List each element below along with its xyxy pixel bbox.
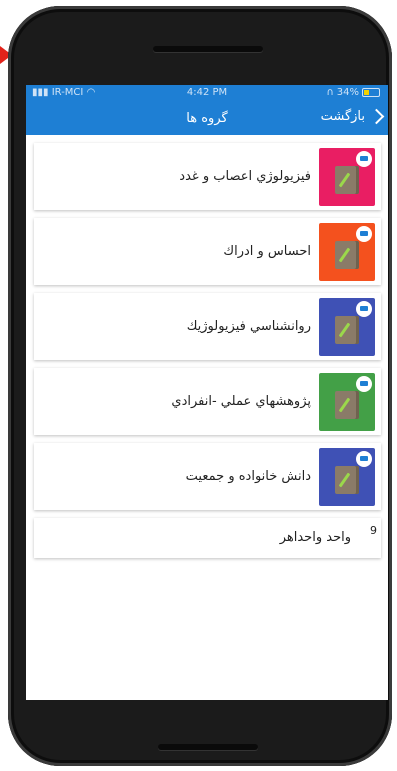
phone-speaker <box>153 46 263 52</box>
group-label: پژوهشهاي عملي -انفرادي <box>171 394 311 409</box>
group-thumbnail <box>319 148 375 206</box>
group-label: احساس و ادراك <box>223 244 311 259</box>
chevron-right-icon <box>368 108 385 125</box>
battery-percent: 34% <box>336 87 359 98</box>
item-label: واحد واحداهر <box>279 530 351 545</box>
back-label: بازگشت <box>320 109 365 124</box>
app-screen: ▮▮▮ IR-MCI ◠ 4:42 PM ∩ 34% گروه ها بازگش… <box>26 85 388 700</box>
group-thumbnail <box>319 448 375 506</box>
group-item[interactable]: احساس و ادراك <box>34 218 381 285</box>
book-icon <box>335 391 359 419</box>
group-item[interactable]: دانش خانواده و جمعيت <box>34 443 381 510</box>
group-thumbnail <box>319 298 375 356</box>
book-icon <box>335 316 359 344</box>
list-item[interactable]: 9 واحد واحداهر <box>34 518 381 558</box>
group-item[interactable]: پژوهشهاي عملي -انفرادي <box>34 368 381 435</box>
graduation-cap-icon <box>356 151 372 167</box>
book-icon <box>335 241 359 269</box>
group-label: دانش خانواده و جمعيت <box>185 469 311 484</box>
app-header: ▮▮▮ IR-MCI ◠ 4:42 PM ∩ 34% گروه ها بازگش… <box>26 85 388 135</box>
graduation-cap-icon <box>356 226 372 242</box>
group-thumbnail <box>319 223 375 281</box>
item-number: 9 <box>370 524 377 537</box>
graduation-cap-icon <box>356 301 372 317</box>
nav-bar: گروه ها بازگشت <box>26 105 388 133</box>
book-icon <box>335 466 359 494</box>
battery-indicator: ∩ 34% <box>326 87 380 98</box>
group-label: فيزيولوژي اعصاب و غدد <box>179 169 311 184</box>
battery-icon <box>362 88 380 97</box>
back-button[interactable]: بازگشت <box>320 108 385 125</box>
status-bar: ▮▮▮ IR-MCI ◠ 4:42 PM ∩ 34% <box>26 85 388 101</box>
group-item[interactable]: روانشناسي فيزيولوژيك <box>34 293 381 360</box>
group-thumbnail <box>319 373 375 431</box>
phone-home-bar <box>158 744 258 750</box>
graduation-cap-icon <box>356 376 372 392</box>
headphone-icon: ∩ <box>326 87 334 98</box>
group-item[interactable]: فيزيولوژي اعصاب و غدد <box>34 143 381 210</box>
group-label: روانشناسي فيزيولوژيك <box>186 319 311 334</box>
book-icon <box>335 166 359 194</box>
graduation-cap-icon <box>356 451 372 467</box>
